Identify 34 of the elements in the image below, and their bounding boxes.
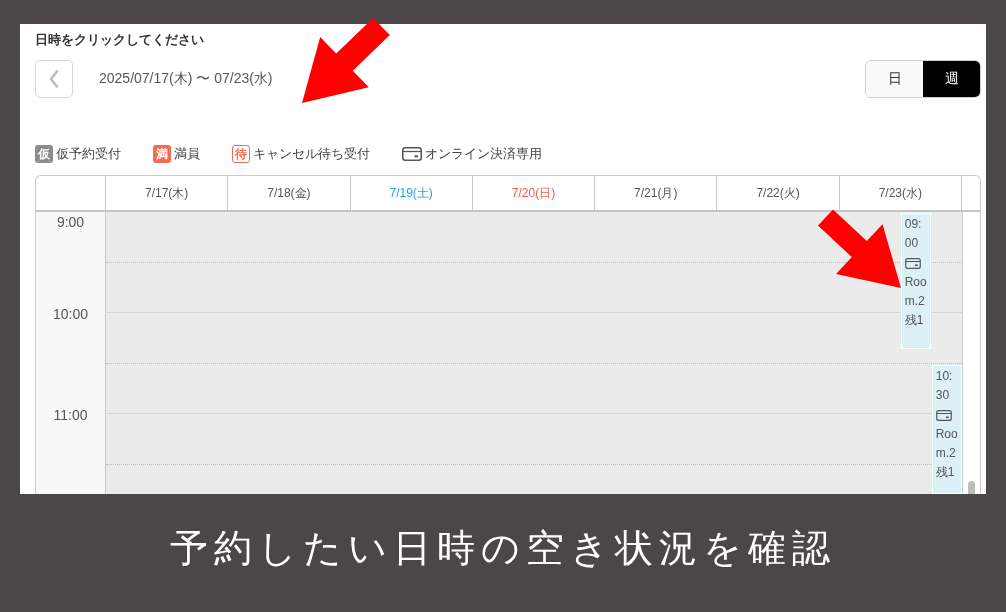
time-label: 10:00 xyxy=(52,306,88,322)
scrollbar-thumb[interactable] xyxy=(968,481,975,494)
chevron-left-icon xyxy=(49,70,59,88)
time-label: 11:00 xyxy=(53,407,88,423)
day-header: 7/22(火) xyxy=(717,176,840,210)
legend-label: 仮予約受付 xyxy=(56,145,121,163)
view-tab[interactable]: 日 xyxy=(866,61,923,97)
remaining-count: 残1 xyxy=(935,463,955,481)
time-label: 9:00 xyxy=(56,214,85,230)
booking-slot[interactable]: 09:00 Room.2 残1 xyxy=(900,213,931,349)
legend-label: オンライン決済専用 xyxy=(425,145,542,163)
status-badge: 満 xyxy=(153,145,171,163)
day-header: 7/21(月) xyxy=(595,176,718,210)
room-name: Room.2 xyxy=(935,425,959,462)
day-header: 7/18(金) xyxy=(228,176,351,210)
booking-slot[interactable]: 10:30 Room.2 残1 xyxy=(931,364,962,494)
previous-button[interactable] xyxy=(35,60,73,98)
slot-time: 10:30 xyxy=(935,367,954,404)
day-header: 7/17(木) xyxy=(106,176,229,210)
instruction-text: 日時をクリックしてください xyxy=(35,31,204,49)
status-badge: 待 xyxy=(232,145,250,163)
date-range-text: 2025/07/17(木) 〜 07/23(水) xyxy=(99,70,273,88)
caption-text: 予約したい日時の空き状況を確認 xyxy=(170,525,836,571)
room-name: Room.2 xyxy=(904,274,928,310)
view-tab[interactable]: 週 xyxy=(923,61,980,97)
slot-time: 09:00 xyxy=(904,216,923,252)
legend-label: 満員 xyxy=(174,145,200,163)
remaining-count: 残1 xyxy=(904,312,924,329)
card-icon xyxy=(402,147,422,161)
day-header: 7/19(土) xyxy=(350,176,473,210)
day-header: 7/23(水) xyxy=(839,176,962,210)
status-badge: 仮 xyxy=(35,145,53,163)
day-header: 7/20(日) xyxy=(472,176,596,210)
legend-label: キャンセル待ち受付 xyxy=(253,145,370,163)
